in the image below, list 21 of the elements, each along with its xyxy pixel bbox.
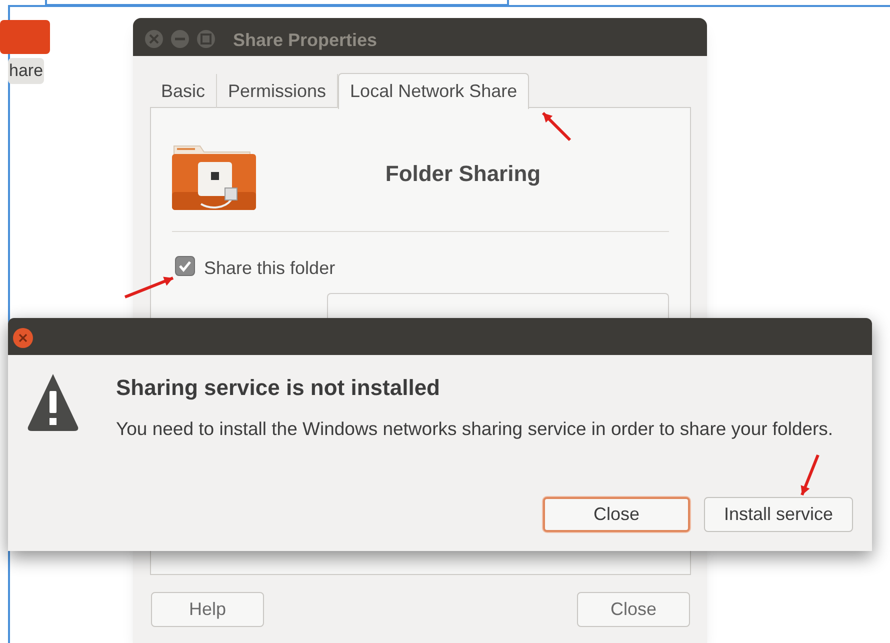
window-title: Share Properties — [233, 29, 378, 52]
folder-icon[interactable] — [0, 20, 50, 54]
section-heading: Folder Sharing — [384, 160, 542, 188]
annotation-arrow — [124, 276, 174, 298]
dialog-message: You need to install the Windows networks sharing service in order to share your folders. — [116, 417, 834, 440]
tab[interactable]: Basic — [150, 74, 218, 108]
desktop-icon-label[interactable]: hare — [8, 58, 44, 84]
dialog-heading: Sharing service is not installed — [116, 374, 440, 402]
tab[interactable]: Local Network Share — [338, 73, 530, 109]
window-controls-icon[interactable] — [144, 29, 218, 49]
checkbox-label: Share this folder — [204, 257, 336, 280]
checkbox[interactable] — [175, 256, 195, 276]
dialog-button[interactable]: Close — [543, 497, 690, 532]
window-button[interactable]: Help — [151, 592, 264, 627]
window-button[interactable]: Close — [577, 592, 690, 627]
dialog-button[interactable]: Install service — [704, 497, 853, 532]
annotation-arrow — [800, 454, 820, 496]
text-field[interactable] — [327, 293, 669, 318]
close-icon[interactable] — [12, 327, 34, 349]
checkmark-icon — [178, 260, 192, 272]
annotation-arrow — [542, 112, 572, 142]
